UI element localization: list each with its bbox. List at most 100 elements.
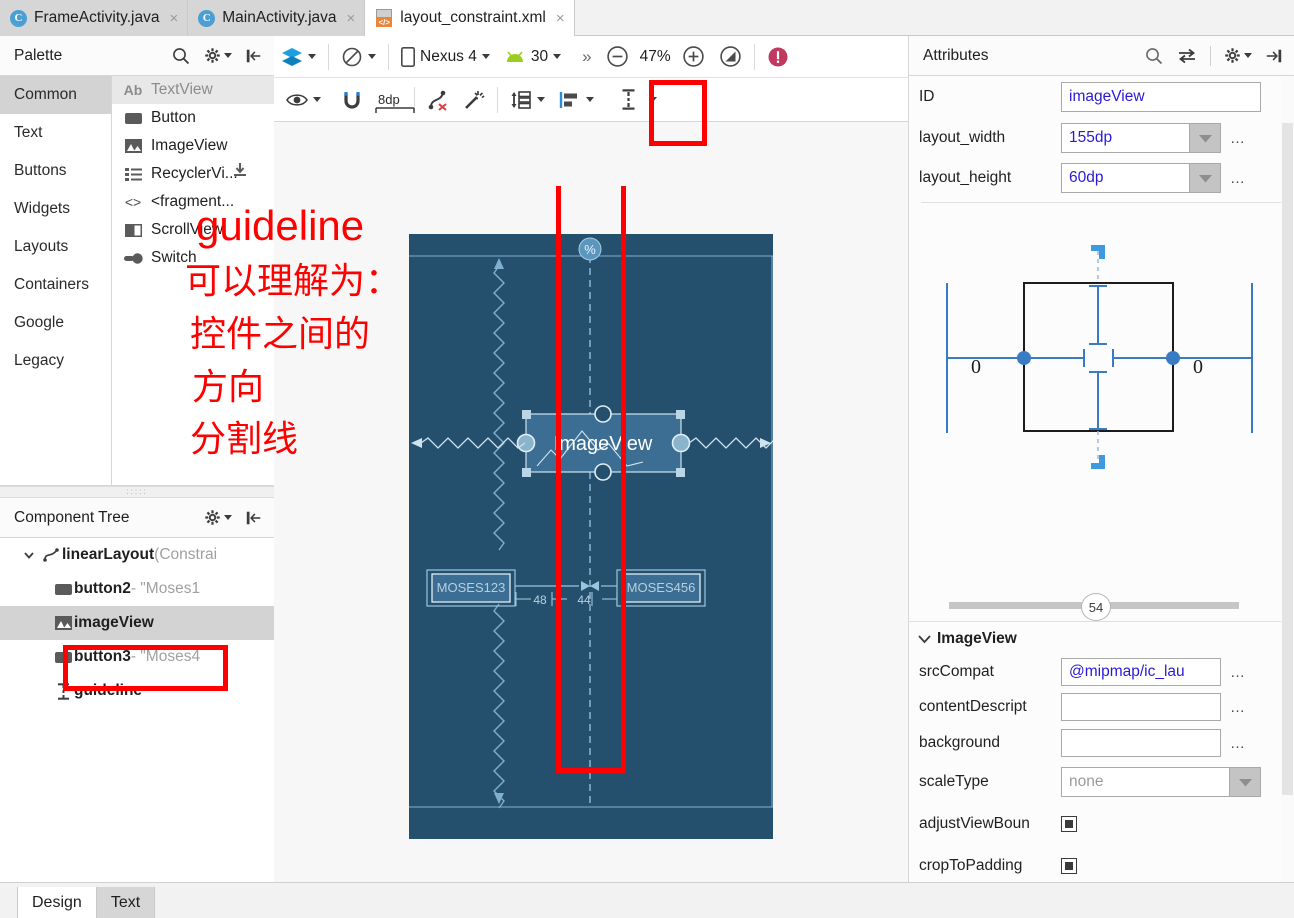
zoom-fit-button[interactable] [712,36,749,78]
android-xml-layout-icon: </> [375,9,393,27]
design-canvas[interactable]: % ImageView MOSES123 MOSES456 48 44 [274,122,908,882]
panel-splitter[interactable]: ::::: [0,486,274,498]
palette-category-text[interactable]: Text [0,114,111,152]
search-icon[interactable] [1144,46,1164,66]
vscroll-thumb[interactable] [1282,123,1293,795]
guidelines-button[interactable] [613,79,664,121]
adjustviewbounds-checkbox[interactable] [1061,816,1077,832]
chevron-down-icon[interactable] [918,634,931,644]
tree-row-guideline[interactable]: guideline [0,674,274,708]
collapse-panel-icon[interactable] [245,509,263,527]
id-field[interactable]: imageView [1061,82,1261,112]
bias-slider[interactable]: 54 [909,593,1282,621]
layout-height-value[interactable]: 60dp [1061,163,1189,193]
layout-height-more-button[interactable]: … [1230,170,1246,187]
background-more-button[interactable]: … [1230,735,1246,752]
attr-label-croptopadding: cropToPadding [919,857,1023,874]
gear-icon[interactable] [204,47,232,64]
pack-button[interactable] [503,79,552,121]
blueprint-device[interactable]: % ImageView MOSES123 MOSES456 48 44 [409,234,794,839]
zoom-in-button[interactable] [675,36,712,78]
device-select[interactable]: Nexus 4 [394,36,497,78]
scaletype-value[interactable]: none [1061,767,1229,797]
bias-slider-thumb[interactable]: 54 [1081,593,1111,621]
constraint-widget[interactable]: 0 0 [909,241,1282,491]
tab-text[interactable]: Text [96,887,156,918]
layout-width-more-button[interactable]: … [1230,130,1246,147]
default-margin-button[interactable]: 8dp [369,79,415,121]
swap-icon[interactable] [1177,47,1197,65]
layout-width-value[interactable]: 155dp [1061,123,1189,153]
zoom-level-label: 47% [639,47,671,65]
download-icon[interactable] [232,162,248,183]
orientation-select[interactable] [334,36,383,78]
tree-row-button2[interactable]: button2 - "Moses1 [0,572,274,606]
gear-icon[interactable] [1224,47,1252,64]
palette-item-button[interactable]: Button [112,104,274,132]
tree-node-sub: (Constrai [154,546,218,563]
chevron-down-icon[interactable] [18,548,40,562]
attr-label-contentdescription: contentDescript [919,698,1027,715]
palette-category-containers[interactable]: Containers [0,266,111,304]
scaletype-combo[interactable]: none [1061,767,1261,797]
margin-icon: 8dp [375,91,415,113]
palette-category-layouts[interactable]: Layouts [0,228,111,266]
palette-item-textview[interactable]: Ab TextView [112,76,274,104]
zoom-out-button[interactable] [599,36,636,78]
palette-category-common[interactable]: Common [0,76,111,114]
tree-node-name: button3 [74,648,131,665]
editor-tab-frameactivity[interactable]: C FrameActivity.java × [0,0,189,36]
layout-width-combo[interactable]: 155dp [1061,123,1221,153]
chevron-down-icon[interactable] [1229,767,1261,797]
close-icon[interactable]: × [169,10,178,27]
collapse-panel-icon[interactable] [1265,47,1283,65]
close-icon[interactable]: × [556,10,565,27]
srccompat-more-button[interactable]: … [1230,664,1246,681]
api-level-select[interactable]: 30 [497,36,568,78]
background-field[interactable] [1061,729,1221,757]
contentdescription-field[interactable] [1061,693,1221,721]
palette-category-widgets[interactable]: Widgets [0,190,111,228]
tree-row-button3[interactable]: button3 - "Moses4 [0,640,274,674]
srccompat-field[interactable]: @mipmap/ic_lau [1061,658,1221,686]
palette-item-switch[interactable]: Switch [112,244,274,272]
tab-design[interactable]: Design [18,887,97,918]
editor-tab-layout-constraint[interactable]: </> layout_constraint.xml × [365,0,575,36]
palette-category-legacy[interactable]: Legacy [0,342,111,380]
contentdescription-more-button[interactable]: … [1230,699,1246,716]
section-header-imageview[interactable]: ImageView [909,621,1282,655]
design-mode-select[interactable] [274,36,323,78]
palette-item-fragment[interactable]: <> <fragment... [112,188,274,216]
collapse-panel-icon[interactable] [245,47,263,65]
tree-node-name: linearLayout [62,546,155,563]
attributes-vscrollbar[interactable] [1281,76,1294,882]
palette-item-label: Switch [151,249,197,266]
autoconnect-button[interactable] [328,79,369,121]
close-icon[interactable]: × [347,10,356,27]
tab-design-label: Design [32,893,82,911]
palette-item-imageview[interactable]: ImageView [112,132,274,160]
view-options-button[interactable] [274,79,328,121]
clear-constraints-button[interactable] [420,79,456,121]
chevron-down-icon[interactable] [1189,123,1221,153]
align-button[interactable] [552,79,601,121]
tree-row-linearlayout[interactable]: linearLayout (Constrai [0,538,274,572]
tree-row-imageview[interactable]: imageView [0,606,274,640]
search-icon[interactable] [171,46,191,66]
palette-item-recyclerview[interactable]: RecyclerVi... [112,160,274,188]
croptopadding-checkbox[interactable] [1061,858,1077,874]
palette-item-scrollview[interactable]: ScrollView [112,216,274,244]
layout-height-combo[interactable]: 60dp [1061,163,1221,193]
java-class-icon: C [10,9,27,27]
palette-category-label: Widgets [14,200,70,217]
palette-category-buttons[interactable]: Buttons [0,152,111,190]
editor-tab-mainactivity[interactable]: C MainActivity.java × [188,0,366,36]
infer-constraints-button[interactable] [456,79,492,121]
gear-icon[interactable] [204,509,232,526]
issues-button[interactable] [760,36,796,78]
error-badge-icon [768,47,788,66]
component-tree-title: Component Tree [14,508,130,526]
overflow-chevrons[interactable]: » [568,36,598,78]
chevron-down-icon[interactable] [1189,163,1221,193]
palette-category-google[interactable]: Google [0,304,111,342]
